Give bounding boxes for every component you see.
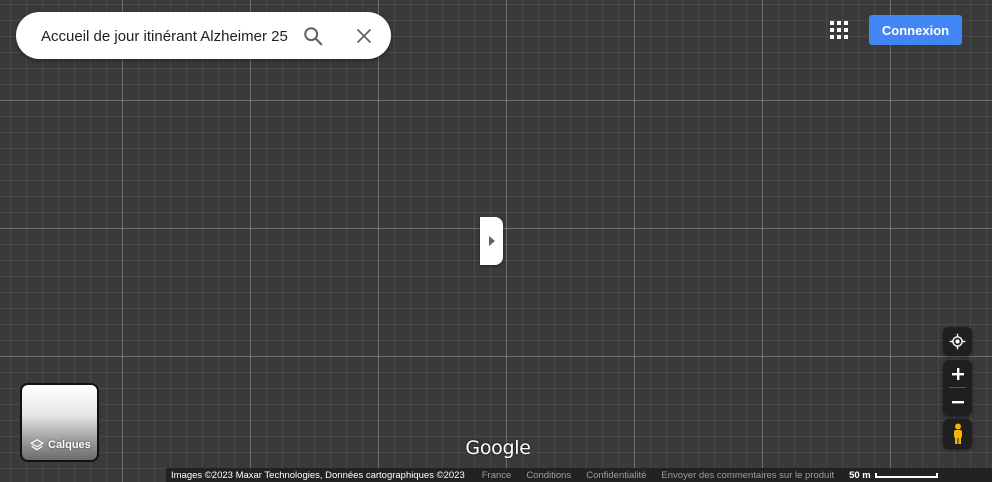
clear-search-button[interactable] [350, 22, 378, 50]
terms-link[interactable]: Conditions [526, 470, 571, 481]
plus-icon [951, 368, 964, 380]
close-icon [357, 29, 371, 43]
layers-button[interactable]: Calques [20, 383, 99, 462]
layers-icon [30, 439, 44, 451]
side-panel-toggle[interactable] [480, 217, 503, 265]
my-location-icon [949, 333, 966, 350]
scale-bar [874, 472, 938, 478]
attribution-bar: Images ©2023 Maxar Technologies, Données… [166, 468, 992, 482]
google-logo: Google [465, 437, 531, 459]
privacy-link[interactable]: Confidentialité [586, 470, 646, 481]
search-box [16, 12, 391, 59]
search-icon [304, 27, 323, 46]
pegman-icon [953, 423, 962, 444]
my-location-button[interactable] [943, 327, 972, 356]
region-link[interactable]: France [482, 470, 512, 481]
zoom-controls [943, 360, 972, 416]
scale-indicator[interactable]: 50 m [849, 470, 938, 481]
google-apps-button[interactable] [826, 17, 852, 43]
minus-icon [951, 401, 964, 404]
zoom-in-button[interactable] [943, 360, 972, 388]
search-button[interactable] [299, 22, 327, 50]
feedback-link[interactable]: Envoyer des commentaires sur le produit [661, 470, 834, 481]
scale-label: 50 m [849, 469, 871, 481]
search-input[interactable] [41, 24, 301, 48]
imagery-attribution: Images ©2023 Maxar Technologies, Données… [171, 469, 465, 481]
apps-grid-icon [830, 21, 848, 39]
zoom-out-button[interactable] [943, 388, 972, 416]
signin-button[interactable]: Connexion [869, 15, 962, 45]
caret-right-icon [488, 236, 495, 246]
layers-label: Calques [48, 439, 91, 451]
street-view-button[interactable] [943, 419, 972, 449]
layers-label-group: Calques [30, 438, 91, 452]
